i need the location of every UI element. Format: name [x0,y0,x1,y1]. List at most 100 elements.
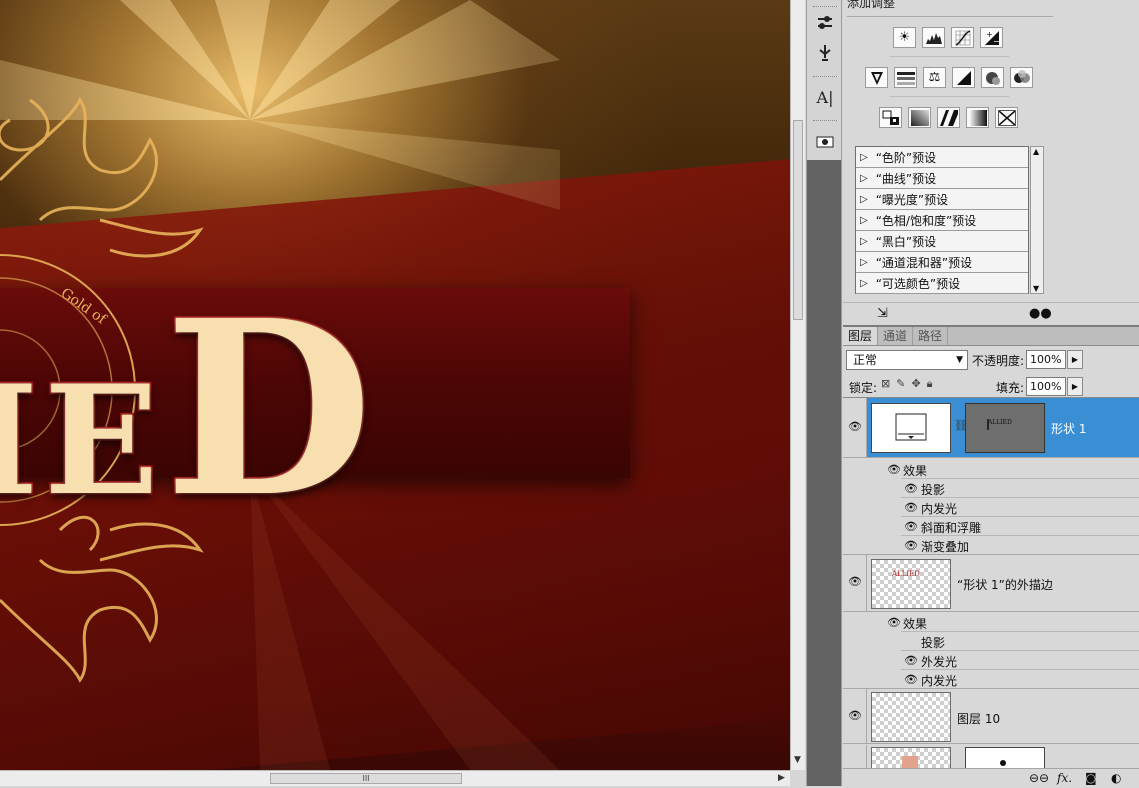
expand-arrow-icon[interactable]: ▷ [860,278,868,289]
preset-item[interactable]: ▷ “黑白”预设 [856,231,1028,252]
usb-brush-icon[interactable] [812,42,838,64]
color-balance-icon[interactable]: ⚖ [923,67,946,88]
expand-arrow-icon[interactable]: ▷ [860,215,868,226]
eye-icon[interactable]: 👁︎ [904,520,918,533]
expand-arrow-icon[interactable]: ▷ [860,194,868,205]
add-mask-icon[interactable]: ◙ [1085,771,1097,785]
presets-scrollbar[interactable]: ▲ ▼ [1030,146,1044,294]
visibility-cell[interactable]: 👁︎ [843,555,867,611]
photo-filter-icon[interactable] [981,67,1004,88]
preset-item[interactable]: ▷ “可选颜色”预设 [856,273,1028,294]
effects-group-row[interactable]: 👁︎ 效果 [867,459,1139,478]
effect-row[interactable]: 👁︎ 内发光 [901,497,1139,516]
eye-icon[interactable]: 👁︎ [848,575,862,588]
eye-icon[interactable]: 👁︎ [848,709,862,722]
scroll-up-arrow-icon[interactable]: ▲ [1033,147,1039,156]
clip-to-layer-icon[interactable]: ●● [1029,306,1052,321]
invert-icon[interactable] [879,107,902,128]
layer-thumbnail[interactable] [871,747,951,768]
channel-mixer-icon[interactable] [1010,67,1033,88]
eye-icon[interactable]: 👁︎ [887,616,901,629]
character-panel-icon[interactable]: A| [812,86,838,108]
eye-icon[interactable]: 👁︎ [904,673,918,686]
camera-icon[interactable] [812,130,838,152]
canvas-hscroll-thumb[interactable]: III [270,773,462,784]
document-canvas[interactable]: Gold of IED [0,0,790,770]
visibility-cell[interactable] [843,745,867,768]
expanded-view-icon[interactable]: ⇲ [877,306,888,321]
lock-transparent-icon[interactable]: ⊠ [881,377,890,391]
layer-row[interactable]: 👁︎ ⛓ ALLIED 形状 1 [843,398,1139,458]
eye-icon[interactable]: 👁︎ [848,420,862,433]
layer-thumbnail[interactable]: ALLIED [871,559,951,609]
levels-icon[interactable] [922,27,945,48]
canvas-vertical-scrollbar[interactable]: ▼ [790,0,805,770]
expand-arrow-icon[interactable]: ▷ [860,173,868,184]
effect-row[interactable]: 👁︎ 渐变叠加 [901,535,1139,554]
layer-row[interactable] [843,745,1139,768]
gradient-map-icon[interactable] [966,107,989,128]
preset-label: “可选颜色”预设 [875,276,961,291]
layer-name[interactable]: 图层 10 [957,710,1000,727]
selective-color-icon[interactable] [995,107,1018,128]
hue-saturation-icon[interactable] [894,67,917,88]
preset-item[interactable]: ▷ “曲线”预设 [856,168,1028,189]
eye-icon[interactable]: 👁︎ [904,482,918,495]
layer-name[interactable]: “形状 1”的外描边 [957,576,1053,593]
layer-row[interactable]: 👁︎ 图层 10 [843,688,1139,744]
scroll-right-arrow-icon[interactable]: ▶ [778,773,785,783]
preset-item[interactable]: ▷ “曝光度”预设 [856,189,1028,210]
layer-name[interactable]: 形状 1 [1051,420,1086,437]
effect-row[interactable]: 投影 [901,631,1139,650]
vibrance-icon[interactable] [865,67,888,88]
tab-layers[interactable]: 图层 [843,327,879,345]
preset-item[interactable]: ▷ “色相/饱和度”预设 [856,210,1028,231]
effect-row[interactable]: 👁︎ 斜面和浮雕 [901,516,1139,535]
layer-row[interactable]: 👁︎ ALLIED “形状 1”的外描边 [843,554,1139,612]
adjustment-layer-icon[interactable]: ◐ [1111,771,1121,785]
scroll-down-arrow-icon[interactable]: ▼ [794,755,801,765]
preset-item[interactable]: ▷ “通道混和器”预设 [856,252,1028,273]
threshold-icon[interactable] [937,107,960,128]
expand-arrow-icon[interactable]: ▷ [860,257,868,268]
black-white-icon[interactable] [952,67,975,88]
effect-row[interactable]: 👁︎ 外发光 [901,650,1139,669]
fill-input[interactable]: 100% [1026,377,1066,396]
expand-arrow-icon[interactable]: ▷ [860,152,868,163]
tab-paths[interactable]: 路径 [913,327,949,345]
eye-icon[interactable]: 👁︎ [904,654,918,667]
adjustment-presets-list[interactable]: ▷ “色阶”预设 ▷ “曲线”预设 ▷ “曝光度”预设 ▷ “色相/饱和度”预设 ▷ “黑白”预设… [855,146,1029,294]
canvas-vscroll-thumb[interactable] [793,120,803,320]
eye-icon[interactable]: 👁︎ [904,501,918,514]
link-layers-icon[interactable]: ⊖⊖ [1029,771,1049,785]
opacity-slider-button[interactable]: ▶ [1067,350,1083,369]
scroll-down-arrow-icon[interactable]: ▼ [1033,284,1039,293]
tab-channels[interactable]: 通道 [878,327,914,345]
eye-icon[interactable]: 👁︎ [887,463,901,476]
layer-thumbnail[interactable] [871,692,951,742]
visibility-cell[interactable]: 👁︎ [843,398,867,457]
effects-group-row[interactable]: 👁︎ 效果 [867,612,1139,631]
adjustments-panel-icon[interactable] [812,12,838,34]
curves-icon[interactable] [951,27,974,48]
expand-arrow-icon[interactable]: ▷ [860,236,868,247]
preset-item[interactable]: ▷ “色阶”预设 [856,147,1028,168]
brightness-contrast-icon[interactable]: ☀ [893,27,916,48]
blend-mode-select[interactable]: 正常 ▼ [846,350,968,370]
effect-row[interactable]: 👁︎ 内发光 [901,669,1139,688]
fx-icon[interactable]: fx. [1057,771,1072,785]
fill-slider-button[interactable]: ▶ [1067,377,1083,396]
vector-mask-thumbnail[interactable]: ALLIED [965,403,1045,453]
lock-all-icon[interactable]: 🔒︎ [927,377,933,391]
exposure-icon[interactable]: + − [980,27,1003,48]
lock-pixels-icon[interactable]: ✎ [896,377,905,391]
eye-icon[interactable]: 👁︎ [904,539,918,552]
opacity-input[interactable]: 100% [1026,350,1066,369]
layer-mask-thumbnail[interactable] [965,747,1045,768]
visibility-cell[interactable]: 👁︎ [843,689,867,743]
layer-thumbnail[interactable] [871,403,951,453]
posterize-icon[interactable] [908,107,931,128]
canvas-horizontal-scrollbar[interactable]: III ▶ [0,770,790,786]
lock-position-icon[interactable]: ✥ [911,377,920,391]
effect-row[interactable]: 👁︎ 投影 [901,478,1139,497]
